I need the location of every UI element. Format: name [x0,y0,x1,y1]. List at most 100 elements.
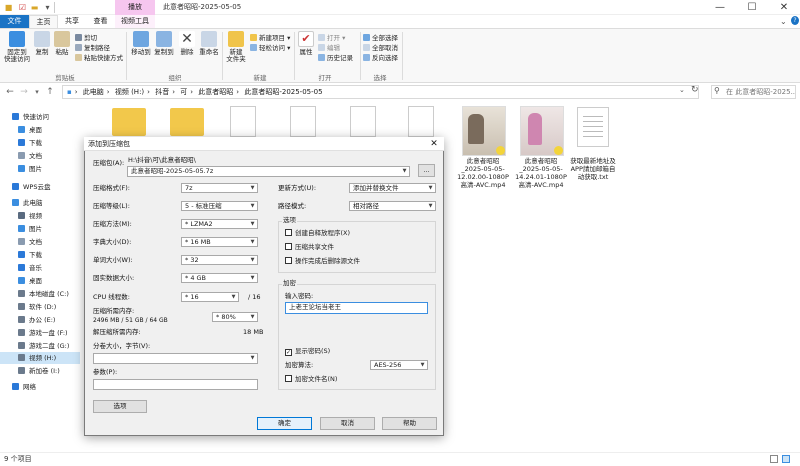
sidebar-item-drive-i[interactable]: 新加卷 (I:) [0,365,80,377]
sidebar-item-drive-e[interactable]: 办公 (E:) [0,314,80,326]
dictionary-select[interactable]: * 16 MB ▼ [181,237,258,247]
select-all-button[interactable]: 全部选择 [363,33,398,43]
show-password-checkbox[interactable]: ✓ 显示密码(S) [285,347,330,356]
parameters-input[interactable] [93,379,258,390]
tab-home[interactable]: 主页 [29,15,58,28]
forward-icon[interactable]: → [18,86,30,98]
sidebar-item-videos[interactable]: 视频 [0,210,80,222]
help-icon[interactable]: ? [791,16,799,25]
update-mode-select[interactable]: 添加并替换文件 ▼ [349,183,436,193]
file-icon[interactable] [290,106,316,137]
cut-button[interactable]: 剪切 [75,33,97,43]
dialog-close-icon[interactable]: ✕ [426,137,442,151]
copy-path-button[interactable]: 复制路径 [75,43,110,53]
encrypt-filenames-checkbox[interactable]: 加密文件名(N) [285,375,337,384]
breadcrumb-this-pc[interactable]: 此电脑 [83,88,104,96]
folder-icon[interactable] [112,108,146,136]
sidebar-item-music[interactable]: 音乐 [0,262,80,274]
browse-button[interactable]: ... [418,164,435,177]
minimize-icon[interactable]: — [704,0,736,15]
copy-button[interactable]: 复制 [33,31,51,56]
sidebar-item-quick-access[interactable]: 快速访问 [0,111,80,123]
memory-usage-select[interactable]: * 80% ▼ [212,312,258,322]
breadcrumb-current-folder[interactable]: 此意者昭昭-2025-05-05 [244,88,322,96]
compress-shared-checkbox[interactable]: 压缩共享文件 [285,243,334,252]
tab-file[interactable]: 文件 [0,15,29,28]
breadcrumb-videos-drive[interactable]: 视频 (H:) [115,88,144,96]
open-button[interactable]: 打开 ▾ [318,33,345,43]
folder-icon[interactable] [170,108,204,136]
easy-access-button[interactable]: 轻松访问 ▾ [250,43,290,53]
options-button[interactable]: 选项 [93,400,147,413]
split-size-combo[interactable]: ▼ [93,353,258,364]
copy-to-button[interactable]: 复制到 [153,31,175,56]
sidebar-item-drive-h[interactable]: 视频 (H:) [0,352,80,364]
sidebar-item-desktop-pc[interactable]: 桌面 [0,275,80,287]
tab-share[interactable]: 共享 [58,15,86,28]
level-select[interactable]: 5 - 标准压缩 ▼ [181,201,258,211]
sidebar-item-this-pc[interactable]: 此电脑 [0,197,80,209]
ok-button[interactable]: 确定 [257,417,312,430]
new-item-button[interactable]: 新建项目 ▾ [250,33,290,43]
sidebar-item-network[interactable]: 网络 [0,381,80,393]
address-bar[interactable]: ▪ › 此电脑 › 视频 (H:) › 抖音 › 可 › 此意者昭昭 › 此意者昭昭-202… [62,85,699,99]
new-folder-button[interactable]: 新建 文件夹 [225,31,247,63]
refresh-icon[interactable]: ↻ [691,85,699,95]
sidebar-item-downloads[interactable]: 下载 [0,137,80,149]
up-icon[interactable]: ↑ [44,86,56,98]
move-to-button[interactable]: 移动到 [130,31,152,56]
file-name[interactable]: 获取最新地址及 APP請加邮箱自 动获取.txt [558,157,628,181]
back-icon[interactable]: ← [4,86,16,98]
play-context-tab[interactable]: 播放 [115,0,155,15]
breadcrumb-ke[interactable]: 可 [180,88,187,96]
path-mode-select[interactable]: 相对路径 ▼ [349,201,436,211]
edit-button[interactable]: 编辑 [318,43,340,53]
quick-access-dropdown-icon[interactable]: ▾ [43,3,52,12]
breadcrumb-parent-folder[interactable]: 此意者昭昭 [198,88,233,96]
search-input[interactable]: 在 此意者昭昭-2025... [711,85,796,99]
select-none-button[interactable]: 全部取消 [363,43,398,53]
address-dropdown-icon[interactable]: ⌄ [679,86,685,94]
sidebar-item-desktop[interactable]: 桌面 [0,124,80,136]
pin-quick-access-button[interactable]: 固定到 快速访问 [2,31,32,63]
delete-button[interactable]: ✕ 删除 [177,31,197,56]
properties-button[interactable]: ✔ 属性 [297,31,315,56]
maximize-icon[interactable]: ☐ [736,0,768,15]
paste-shortcut-button[interactable]: 粘贴快捷方式 [75,53,123,63]
archive-name-combo[interactable]: 此意者昭昭-2025-05-05.7z ▼ [127,166,410,177]
word-size-select[interactable]: * 32 ▼ [181,255,258,265]
help-button[interactable]: 帮助 [382,417,437,430]
breadcrumb-douyin[interactable]: 抖音 [155,88,169,96]
method-select[interactable]: * LZMA2 ▼ [181,219,258,229]
tab-view[interactable]: 查看 [86,15,115,28]
sidebar-item-drive-g[interactable]: 游戏二盘 (G:) [0,340,80,352]
paste-button[interactable]: 粘贴 [53,31,71,56]
sidebar-item-documents[interactable]: 文档 [0,150,80,162]
sidebar-item-documents-pc[interactable]: 文档 [0,236,80,248]
tab-video-tools[interactable]: 视频工具 [115,15,155,28]
password-input[interactable]: 上老王论坛当老王 [285,302,428,314]
sidebar-item-pictures-pc[interactable]: 图片 [0,223,80,235]
rename-button[interactable]: 重命名 [198,31,220,56]
delete-after-checkbox[interactable]: 操作完成后删除源文件 [285,257,360,266]
file-icon[interactable] [350,106,376,137]
folder-icon[interactable]: ▬ [30,3,39,12]
sidebar-item-drive-d[interactable]: 软件 (D:) [0,301,80,313]
sidebar-item-drive-c[interactable]: 本地磁盘 (C:) [0,288,80,300]
sidebar-item-wps-cloud[interactable]: WPS云盘 [0,181,80,193]
invert-selection-button[interactable]: 反向选择 [363,53,398,63]
sidebar-item-drive-f[interactable]: 游戏一盘 (F:) [0,327,80,339]
sidebar-item-pictures[interactable]: 图片 [0,163,80,175]
text-file-icon[interactable] [577,107,609,147]
file-icon[interactable] [230,106,256,137]
format-select[interactable]: 7z ▼ [181,183,258,193]
threads-select[interactable]: * 16 ▼ [181,292,239,302]
encryption-method-select[interactable]: AES-256 ▼ [370,360,428,370]
history-button[interactable]: 历史记录 [318,53,353,63]
sidebar-item-downloads-pc[interactable]: 下载 [0,249,80,261]
file-icon[interactable] [408,106,434,137]
close-icon[interactable]: ✕ [768,0,800,15]
solid-block-select[interactable]: * 4 GB ▼ [181,273,258,283]
cancel-button[interactable]: 取消 [320,417,375,430]
ribbon-expand-icon[interactable]: ⌄ [780,17,787,26]
